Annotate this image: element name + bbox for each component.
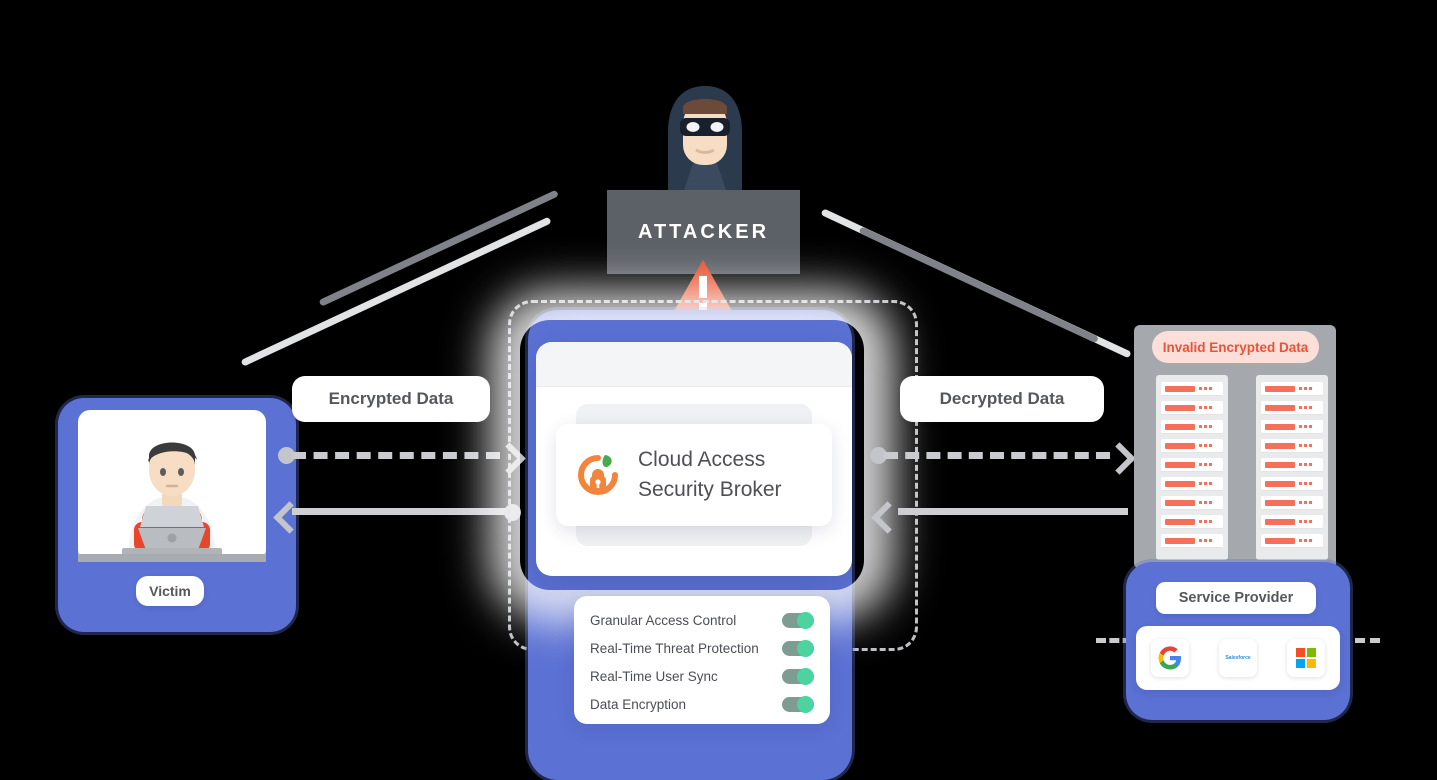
- left-return-flow-line: [292, 508, 508, 515]
- hooded-masked-attacker-icon: [668, 86, 742, 190]
- intercept-line-left-outer: [240, 216, 552, 367]
- feature-label: Real-Time Threat Protection: [590, 640, 759, 656]
- feature-row[interactable]: Real-Time User Sync: [590, 662, 814, 690]
- attacker-label: ATTACKER: [637, 220, 770, 243]
- diagram-canvas: ATTACKER Victim Encrypted Data Cloud Acc…: [0, 0, 1437, 780]
- person-at-laptop-icon: [78, 410, 266, 562]
- service-provider-logos: Salesforce: [1136, 626, 1340, 690]
- feature-label: Real-Time User Sync: [590, 668, 718, 684]
- right-decrypted-flow-line: [884, 452, 1110, 459]
- toggle-knob: [797, 695, 814, 713]
- google-logo[interactable]: [1151, 639, 1189, 677]
- casb-window-titlebar: [536, 342, 852, 387]
- feature-row[interactable]: Data Encryption: [590, 690, 814, 718]
- feature-toggle[interactable]: [782, 695, 814, 713]
- casb-logo-card: Cloud Access Security Broker: [556, 424, 832, 526]
- salesforce-logo-text: Salesforce: [1225, 655, 1251, 661]
- casb-title-line1: Cloud Access: [638, 447, 766, 471]
- intercept-line-left-inner: [318, 189, 559, 307]
- invalid-encrypted-data-label: Invalid Encrypted Data: [1162, 339, 1309, 355]
- encrypted-data-pill: Encrypted Data: [292, 376, 490, 422]
- feature-row[interactable]: Granular Access Control: [590, 606, 814, 634]
- salesforce-logo[interactable]: Salesforce: [1219, 639, 1257, 677]
- left-encrypted-flow-line: [292, 452, 500, 459]
- toggle-knob: [797, 667, 814, 685]
- right-return-flow-line: [898, 508, 1128, 515]
- invalid-encrypted-data-pill: Invalid Encrypted Data: [1152, 331, 1319, 363]
- feature-row[interactable]: Real-Time Threat Protection: [590, 634, 814, 662]
- feature-toggle[interactable]: [782, 611, 814, 629]
- feature-label: Granular Access Control: [590, 612, 737, 628]
- feature-toggle[interactable]: [782, 639, 814, 657]
- decrypted-data-pill: Decrypted Data: [900, 376, 1104, 422]
- toggle-knob: [797, 639, 814, 657]
- feature-label: Data Encryption: [590, 696, 687, 712]
- feature-toggle[interactable]: [782, 667, 814, 685]
- server-rack: [1156, 375, 1228, 560]
- casb-title-line2: Security Broker: [638, 478, 782, 501]
- toggle-knob: [797, 611, 814, 629]
- encrypted-data-label: Encrypted Data: [328, 389, 454, 408]
- victim-label-pill: Victim: [136, 576, 204, 606]
- server-rack: [1256, 375, 1328, 560]
- decrypted-data-label: Decrypted Data: [939, 389, 1065, 408]
- service-provider-label-pill: Service Provider: [1156, 582, 1316, 614]
- right-flow-arrow-icon: [1103, 442, 1136, 475]
- victim-label: Victim: [149, 583, 191, 599]
- service-provider-label: Service Provider: [1178, 590, 1294, 606]
- casb-features-card: Granular Access Control Real-Time Threat…: [574, 596, 830, 724]
- microsoft-logo[interactable]: [1287, 639, 1325, 677]
- victim-card: [78, 410, 266, 562]
- casb-padlock-leaf-icon: [578, 455, 618, 495]
- casb-title: Cloud Access Security Broker: [638, 445, 782, 506]
